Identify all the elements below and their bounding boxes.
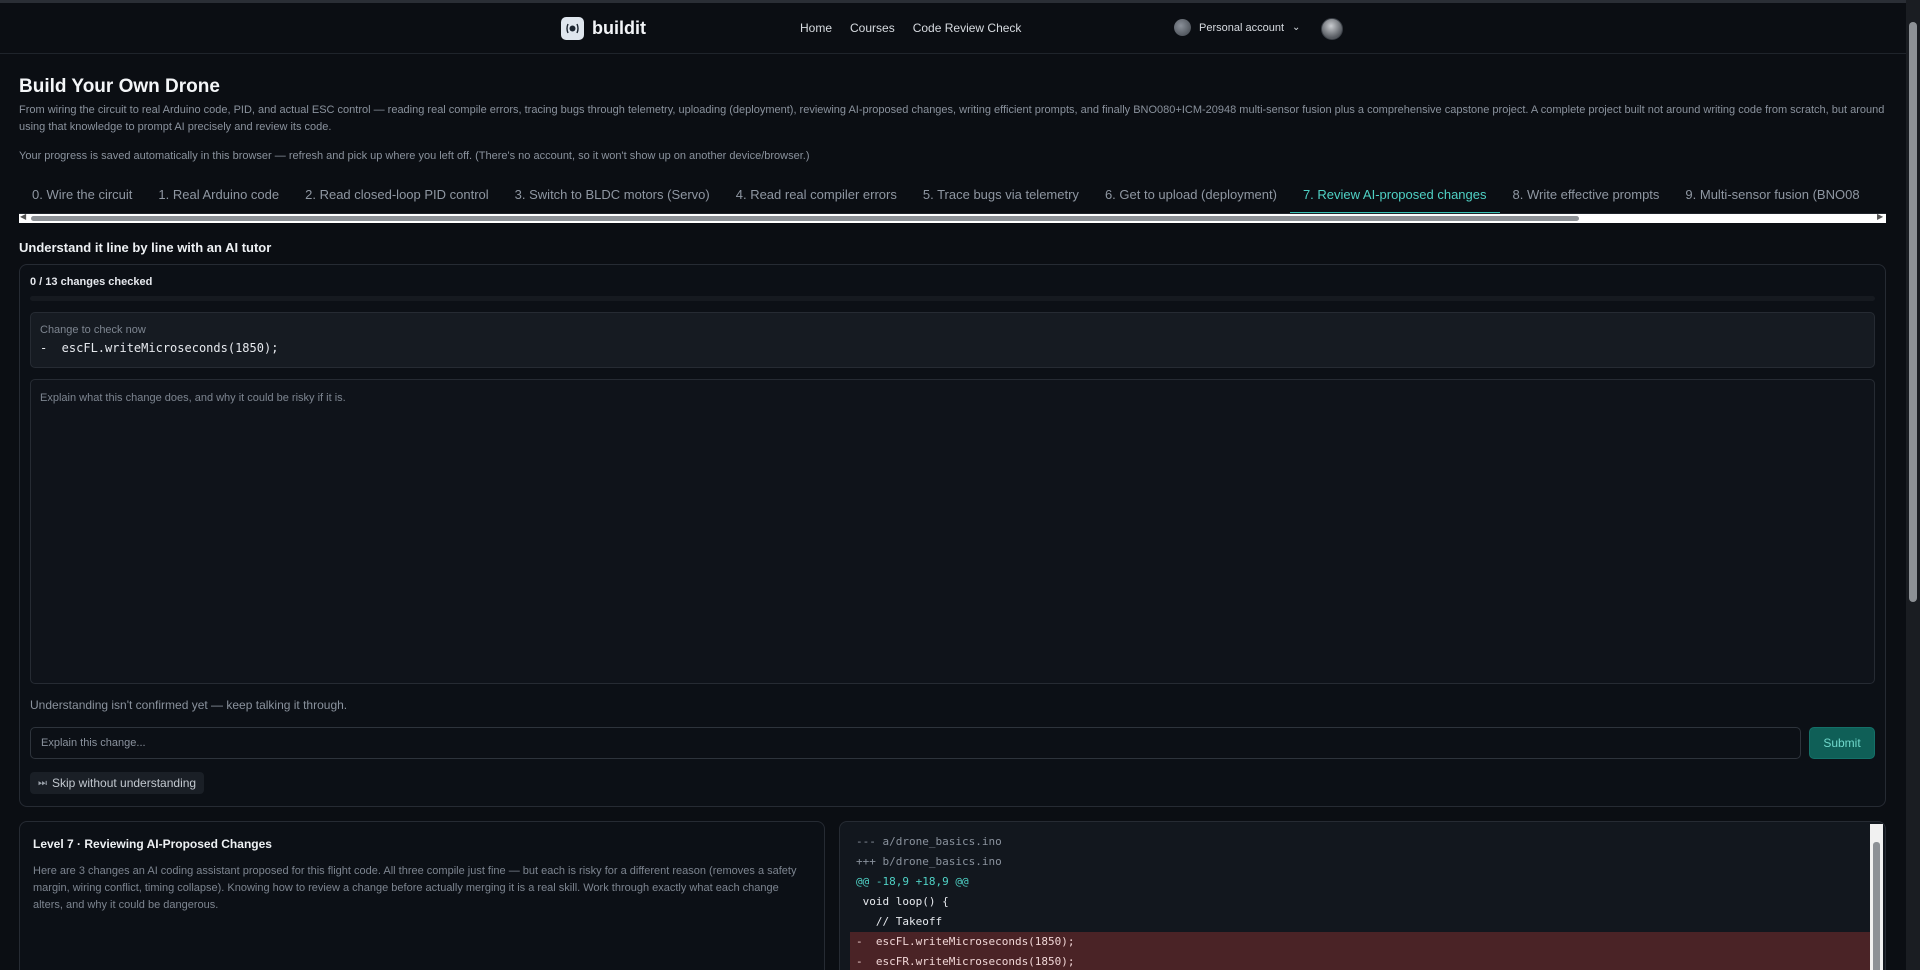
page-description: From wiring the circuit to real Arduino … xyxy=(19,104,1885,133)
diff-line-del: - escFL.writeMicroseconds(1850); xyxy=(850,932,1870,952)
nav-home[interactable]: Home xyxy=(800,21,832,35)
tab-2[interactable]: 2. Read closed-loop PID control xyxy=(292,180,502,213)
tabs-scrollbar-thumb[interactable] xyxy=(31,216,1579,221)
submit-button[interactable]: Submit xyxy=(1809,727,1875,759)
skip-button-label: Skip without understanding xyxy=(52,776,197,790)
tab-7[interactable]: 7. Review AI-proposed changes xyxy=(1289,180,1500,213)
level-tabs: 0. Wire the circuit 1. Real Arduino code 2… xyxy=(19,180,1886,214)
diff-line-del: - escFR.writeMicroseconds(1850); xyxy=(850,952,1870,970)
tab-9[interactable]: 9. Multi-sensor fusion (BNO08 xyxy=(1672,180,1872,213)
diff-line-meta: +++ b/drone_basics.ino xyxy=(856,855,1002,868)
skip-icon: ⏭ xyxy=(38,777,47,789)
nav-courses[interactable]: Courses xyxy=(850,21,895,35)
progress-note: Your progress is saved automatically in … xyxy=(19,150,810,162)
current-change-box: Change to check now - escFL.writeMicrose… xyxy=(30,312,1875,368)
understanding-status: Understanding isn't confirmed yet — keep… xyxy=(30,698,348,712)
tab-3[interactable]: 3. Switch to BLDC motors (Servo) xyxy=(502,180,723,213)
brand[interactable]: buildit xyxy=(561,17,646,40)
tutor-card: 0 / 13 changes checked Change to check n… xyxy=(19,264,1886,807)
tab-5[interactable]: 5. Trace bugs via telemetry xyxy=(910,180,1092,213)
scroll-right-icon[interactable]: ▶ xyxy=(1877,212,1883,221)
page-scrollbar-thumb[interactable] xyxy=(1909,22,1917,602)
user-avatar[interactable] xyxy=(1321,18,1343,40)
main-nav: Home Courses Code Review Check xyxy=(800,21,1021,35)
diff-line-meta: --- a/drone_basics.ino xyxy=(856,835,1002,848)
level-info-card: Level 7 · Reviewing AI-Proposed Changes … xyxy=(19,821,825,970)
diff-scrollbar-thumb[interactable] xyxy=(1873,842,1880,970)
chevron-down-icon: ⌄ xyxy=(1292,22,1301,33)
tab-1[interactable]: 1. Real Arduino code xyxy=(145,180,292,213)
nav-code-review-check[interactable]: Code Review Check xyxy=(913,21,1022,35)
current-change-label: Change to check now xyxy=(40,324,146,336)
tab-6[interactable]: 6. Get to upload (deployment) xyxy=(1092,180,1290,213)
level-description: Here are 3 changes an AI coding assistan… xyxy=(33,865,797,911)
tabs-scrollbar[interactable]: ◀ ▶ xyxy=(19,212,1886,223)
brand-logo-icon xyxy=(561,17,584,40)
tutor-chat-area: Explain what this change does, and why i… xyxy=(30,379,1875,684)
explain-input[interactable]: Explain this change... xyxy=(30,727,1801,759)
page-title: Build Your Own Drone xyxy=(19,76,220,97)
diff-line-ctx: void loop() { xyxy=(856,895,949,908)
page-scrollbar[interactable] xyxy=(1906,0,1920,970)
diff-line-ctx: // Takeoff xyxy=(856,915,943,928)
account-avatar xyxy=(1174,19,1191,36)
tutor-section-title: Understand it line by line with an AI tu… xyxy=(19,240,272,255)
diff-line-hunk: @@ -18,9 +18,9 @@ xyxy=(856,875,969,888)
account-label: Personal account xyxy=(1199,21,1284,34)
brand-name: buildit xyxy=(592,18,646,38)
tab-4[interactable]: 4. Read real compiler errors xyxy=(723,180,910,213)
diff-viewer: --- a/drone_basics.ino +++ b/drone_basics… xyxy=(839,821,1886,970)
level-title: Level 7 · Reviewing AI-Proposed Changes xyxy=(33,837,272,851)
changes-count: 0 / 13 changes checked xyxy=(30,276,153,288)
current-change-code: - escFL.writeMicroseconds(1850); xyxy=(40,341,279,355)
account-switcher[interactable]: Personal account ⌄ xyxy=(1174,19,1300,36)
tab-0[interactable]: 0. Wire the circuit xyxy=(19,180,145,213)
site-header: buildit Home Courses Code Review Check P… xyxy=(0,3,1906,54)
skip-button[interactable]: ⏭ Skip without understanding xyxy=(30,772,205,794)
tab-8[interactable]: 8. Write effective prompts xyxy=(1500,180,1673,213)
changes-progress-bar xyxy=(30,296,1875,301)
scroll-left-icon[interactable]: ◀ xyxy=(20,212,26,221)
diff-scrollbar[interactable] xyxy=(1870,824,1883,970)
